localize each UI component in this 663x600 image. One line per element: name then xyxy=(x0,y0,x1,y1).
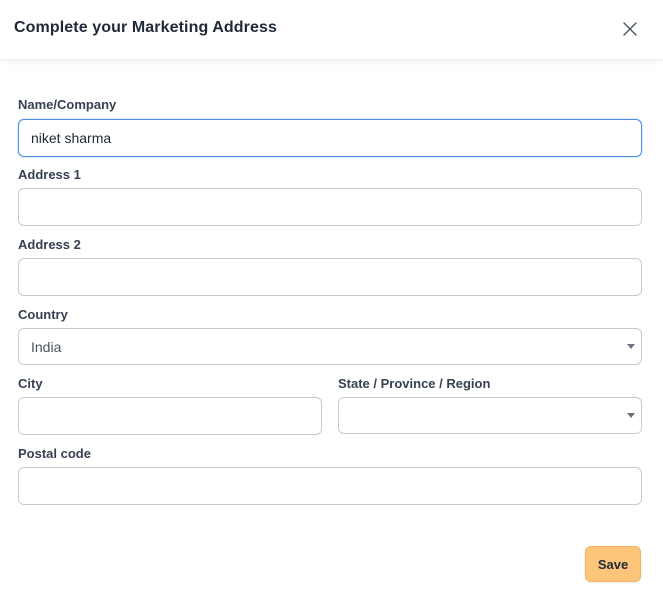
postal-code-label: Postal code xyxy=(18,446,91,461)
city-label: City xyxy=(18,376,43,391)
name-input[interactable] xyxy=(18,119,642,157)
country-label: Country xyxy=(18,307,68,322)
state-label: State / Province / Region xyxy=(338,376,491,391)
postal-code-input[interactable] xyxy=(18,467,642,505)
save-button[interactable]: Save xyxy=(585,546,641,582)
chevron-down-icon xyxy=(627,344,635,349)
country-select[interactable]: India xyxy=(18,328,642,365)
address1-label: Address 1 xyxy=(18,167,81,182)
name-label: Name/Company xyxy=(18,97,117,112)
address2-label: Address 2 xyxy=(18,237,81,252)
address2-input[interactable] xyxy=(18,258,642,296)
dialog-header: Complete your Marketing Address xyxy=(0,0,663,60)
city-input[interactable] xyxy=(18,397,322,435)
dialog-title: Complete your Marketing Address xyxy=(14,19,278,36)
close-icon xyxy=(623,22,637,36)
close-button[interactable] xyxy=(618,17,642,41)
country-selected-value: India xyxy=(31,339,62,355)
address1-input[interactable] xyxy=(18,188,642,226)
chevron-down-icon xyxy=(627,413,635,418)
state-select[interactable] xyxy=(338,397,642,434)
